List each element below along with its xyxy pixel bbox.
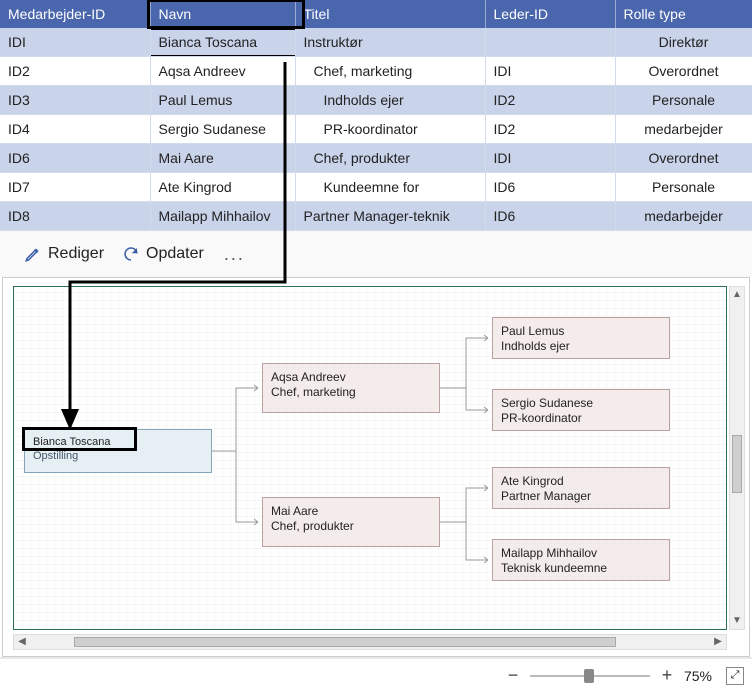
header-name[interactable]: Navn [150, 0, 295, 28]
header-title[interactable]: Titel [295, 0, 485, 28]
cell-name: Paul Lemus [150, 86, 295, 115]
node-leaf[interactable]: Paul Lemus Indholds ejer [492, 317, 670, 359]
cell-name: Mai Aare [150, 144, 295, 173]
cell-emp-id: ID6 [0, 144, 150, 173]
zoom-in-button[interactable]: + [658, 665, 676, 686]
table-header-row: Medarbejder-ID Navn Titel Leder-ID Rolle… [0, 0, 752, 28]
node-name: Aqsa Andreev [271, 370, 431, 385]
cell-title: Kundeemne for [295, 173, 485, 202]
node-name: Ate Kingrod [501, 474, 661, 489]
more-button[interactable]: ... [216, 242, 253, 267]
table-row[interactable]: ID6 Mai Aare Chef, produkter IDI Overord… [0, 144, 752, 173]
cell-name: Mailapp Mihhailov [150, 202, 295, 231]
cell-role: Personale [615, 86, 752, 115]
node-leaf[interactable]: Mailapp Mihhailov Teknisk kundeemne [492, 539, 670, 581]
cell-mgr-id: ID6 [485, 173, 615, 202]
scroll-up-icon[interactable]: ▲ [730, 287, 744, 303]
diagram-canvas[interactable]: Bianca Toscana Opstilling Aqsa Andreev C… [13, 286, 727, 630]
status-bar: − + 75% [0, 657, 752, 690]
cell-role: medarbejder [615, 115, 752, 144]
node-subtitle: Teknisk kundeemne [501, 561, 661, 576]
refresh-button[interactable]: Opdater [116, 241, 210, 267]
table-row[interactable]: ID8 Mailapp Mihhailov Partner Manager-te… [0, 202, 752, 231]
cell-title: PR-koordinator [295, 115, 485, 144]
scroll-left-icon[interactable]: ◀ [14, 635, 30, 649]
cell-name: Bianca Toscana [150, 28, 295, 57]
hscroll-thumb[interactable] [74, 637, 616, 647]
cell-name: Aqsa Andreev [150, 57, 295, 86]
node-subtitle: Indholds ejer [501, 339, 661, 354]
node-leaf[interactable]: Sergio Sudanese PR-koordinator [492, 389, 670, 431]
scroll-down-icon[interactable]: ▼ [730, 613, 744, 629]
zoom-level: 75% [684, 668, 712, 684]
cell-emp-id: ID7 [0, 173, 150, 202]
cell-emp-id: ID4 [0, 115, 150, 144]
scroll-right-icon[interactable]: ▶ [710, 635, 726, 649]
cell-emp-id: ID3 [0, 86, 150, 115]
cell-role: Personale [615, 173, 752, 202]
cell-mgr-id: ID6 [485, 202, 615, 231]
employee-table: Medarbejder-ID Navn Titel Leder-ID Rolle… [0, 0, 752, 231]
cell-title: Indholds ejer [295, 86, 485, 115]
table-row[interactable]: ID2 Aqsa Andreev Chef, marketing IDI Ove… [0, 57, 752, 86]
node-name: Bianca Toscana [33, 436, 203, 450]
node-name: Sergio Sudanese [501, 396, 661, 411]
header-mgr-id[interactable]: Leder-ID [485, 0, 615, 28]
cell-mgr-id: IDI [485, 144, 615, 173]
node-leaf[interactable]: Ate Kingrod Partner Manager [492, 467, 670, 509]
cell-emp-id: IDI [0, 28, 150, 57]
cell-role: Overordnet [615, 144, 752, 173]
cell-role: Overordnet [615, 57, 752, 86]
header-role-type[interactable]: Rolle type [615, 0, 752, 28]
slider-thumb[interactable] [584, 669, 594, 683]
table-row[interactable]: ID7 Ate Kingrod Kundeemne for ID6 Person… [0, 173, 752, 202]
fit-to-window-button[interactable] [726, 667, 744, 685]
edit-button[interactable]: Rediger [18, 241, 110, 267]
cell-name: Sergio Sudanese [150, 115, 295, 144]
node-subtitle: Chef, marketing [271, 385, 431, 400]
node-subtitle: Partner Manager [501, 489, 661, 504]
node-subtitle: Chef, produkter [271, 519, 431, 534]
refresh-icon [122, 245, 140, 263]
table-row[interactable]: ID4 Sergio Sudanese PR-koordinator ID2 m… [0, 115, 752, 144]
header-emp-id[interactable]: Medarbejder-ID [0, 0, 150, 28]
cell-mgr-id: IDI [485, 57, 615, 86]
cell-mgr-id [485, 28, 615, 57]
node-name: Mailapp Mihhailov [501, 546, 661, 561]
cell-title: Partner Manager-teknik [295, 202, 485, 231]
cell-emp-id: ID2 [0, 57, 150, 86]
cell-name-text: Bianca Toscana [159, 34, 258, 50]
cell-role: Direktør [615, 28, 752, 57]
cell-role: medarbejder [615, 202, 752, 231]
refresh-label: Opdater [146, 245, 204, 263]
toolbar: Rediger Opdater ... [0, 231, 752, 277]
table-row[interactable]: ID3 Paul Lemus Indholds ejer ID2 Persona… [0, 86, 752, 115]
pencil-icon [24, 245, 42, 263]
vscroll-thumb[interactable] [732, 435, 742, 493]
node-manager[interactable]: Mai Aare Chef, produkter [262, 497, 440, 547]
cell-mgr-id: ID2 [485, 86, 615, 115]
node-manager[interactable]: Aqsa Andreev Chef, marketing [262, 363, 440, 413]
zoom-slider[interactable] [530, 669, 650, 683]
cell-title: Chef, marketing [295, 57, 485, 86]
cell-mgr-id: ID2 [485, 115, 615, 144]
node-root[interactable]: Bianca Toscana Opstilling [24, 429, 212, 473]
node-name: Paul Lemus [501, 324, 661, 339]
cell-emp-id: ID8 [0, 202, 150, 231]
node-subtitle: PR-koordinator [501, 411, 661, 426]
node-name: Mai Aare [271, 504, 431, 519]
edit-label: Rediger [48, 245, 104, 263]
horizontal-scrollbar[interactable]: ◀ ▶ [13, 634, 727, 650]
cell-title: Instruktør [295, 28, 485, 57]
table-row[interactable]: IDI Bianca Toscana Instruktør Direktør [0, 28, 752, 57]
cell-name: Ate Kingrod [150, 173, 295, 202]
cell-title: Chef, produkter [295, 144, 485, 173]
vertical-scrollbar[interactable]: ▲ ▼ [729, 286, 745, 630]
header-name-label: Navn [159, 6, 192, 22]
node-subtitle: Opstilling [33, 450, 203, 464]
zoom-out-button[interactable]: − [504, 665, 522, 686]
diagram-pane: Bianca Toscana Opstilling Aqsa Andreev C… [2, 277, 750, 657]
